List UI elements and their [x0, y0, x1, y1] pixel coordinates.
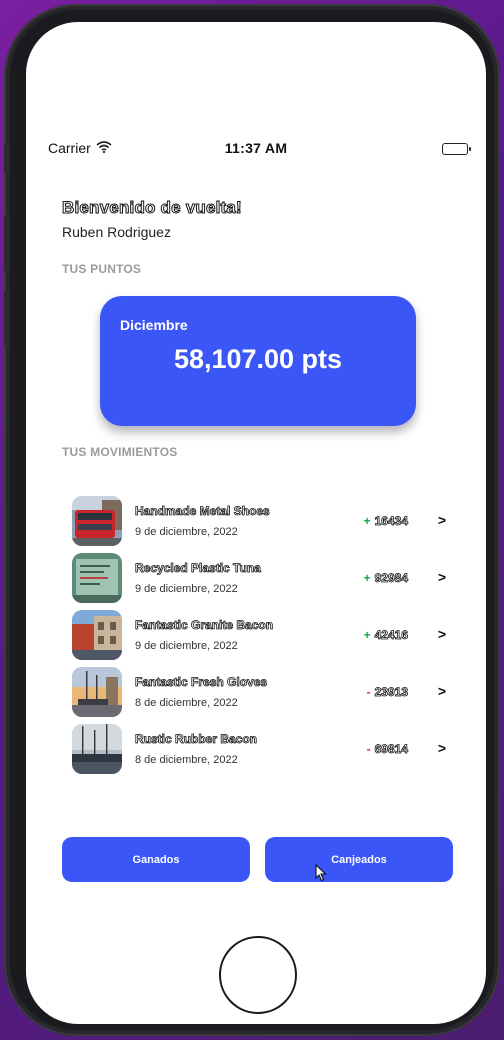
movement-name: Rustic Rubber Bacon: [135, 732, 258, 747]
movement-points: 69814: [374, 742, 408, 757]
movement-name: Fantastic Granite Bacon: [135, 618, 274, 633]
movements-section-label: TUS MOVIMIENTOS: [62, 445, 178, 459]
battery-icon: [442, 143, 471, 155]
marina-thumbnail: [72, 724, 122, 774]
movement-date: 8 de diciembre, 2022: [135, 754, 238, 766]
movement-points: 42416: [374, 628, 408, 643]
harbor-building-thumbnail: [72, 610, 122, 660]
phone-frame: Carrier 11:37 AM Bienvenido de vuelta! R…: [4, 4, 500, 1036]
movement-amount: + 92984: [363, 571, 409, 586]
mouse-cursor-icon: [315, 863, 327, 887]
chevron-right-icon[interactable]: >: [438, 569, 446, 585]
red-bus-thumbnail: [72, 496, 122, 546]
volume-down-button: [4, 290, 10, 346]
movement-amount: + 42416: [363, 628, 409, 643]
chevron-right-icon[interactable]: >: [438, 626, 446, 642]
movement-row[interactable]: Fantastic Fresh Gloves 8 de diciembre, 2…: [72, 667, 452, 719]
movement-points: 92984: [374, 571, 408, 586]
movement-amount: - 23913: [366, 685, 409, 700]
user-name: Ruben Rodriguez: [62, 224, 171, 240]
earned-button[interactable]: Ganados: [62, 837, 250, 882]
movement-sign: +: [363, 571, 371, 585]
movement-name: Handmade Metal Shoes: [135, 504, 271, 519]
movement-date: 9 de diciembre, 2022: [135, 526, 238, 538]
movement-points: 23913: [374, 685, 408, 700]
app-screen: Carrier 11:37 AM Bienvenido de vuelta! R…: [26, 22, 486, 1024]
points-section-label: TUS PUNTOS: [62, 262, 142, 276]
clock: 11:37 AM: [224, 140, 288, 156]
movement-row[interactable]: Handmade Metal Shoes 9 de diciembre, 202…: [72, 496, 452, 548]
chevron-right-icon[interactable]: >: [438, 512, 446, 528]
redeemed-button[interactable]: Canjeados: [265, 837, 453, 882]
movement-row[interactable]: Recycled Plastic Tuna 9 de diciembre, 20…: [72, 553, 452, 605]
movement-amount: + 16434: [363, 514, 409, 529]
movement-date: 8 de diciembre, 2022: [135, 697, 238, 709]
boats-sunset-thumbnail: [72, 667, 122, 717]
volume-up-button: [4, 216, 10, 272]
points-card[interactable]: Diciembre 58,107.00 pts: [100, 296, 416, 426]
movement-sign: +: [363, 514, 371, 528]
chevron-right-icon[interactable]: >: [438, 683, 446, 699]
movement-name: Recycled Plastic Tuna: [135, 561, 262, 576]
movement-date: 9 de diciembre, 2022: [135, 640, 238, 652]
movement-points: 16434: [374, 514, 408, 529]
movement-amount: - 69814: [366, 742, 409, 757]
movement-row[interactable]: Fantastic Granite Bacon 9 de diciembre, …: [72, 610, 452, 662]
mute-switch: [4, 144, 10, 174]
movement-sign: -: [366, 742, 371, 756]
movement-sign: -: [366, 685, 371, 699]
movement-name: Fantastic Fresh Gloves: [135, 675, 268, 690]
movement-row[interactable]: Rustic Rubber Bacon 8 de diciembre, 2022…: [72, 724, 452, 776]
movement-date: 9 de diciembre, 2022: [135, 583, 238, 595]
welcome-title: Bienvenido de vuelta!: [62, 198, 243, 218]
points-value: 58,107.00 pts: [173, 344, 343, 374]
chevron-right-icon[interactable]: >: [438, 740, 446, 756]
movement-sign: +: [363, 628, 371, 642]
home-button[interactable]: [219, 936, 297, 1014]
sign-thumbnail: [72, 553, 122, 603]
points-month: Diciembre: [120, 317, 188, 333]
status-bar: Carrier 11:37 AM: [26, 138, 486, 162]
